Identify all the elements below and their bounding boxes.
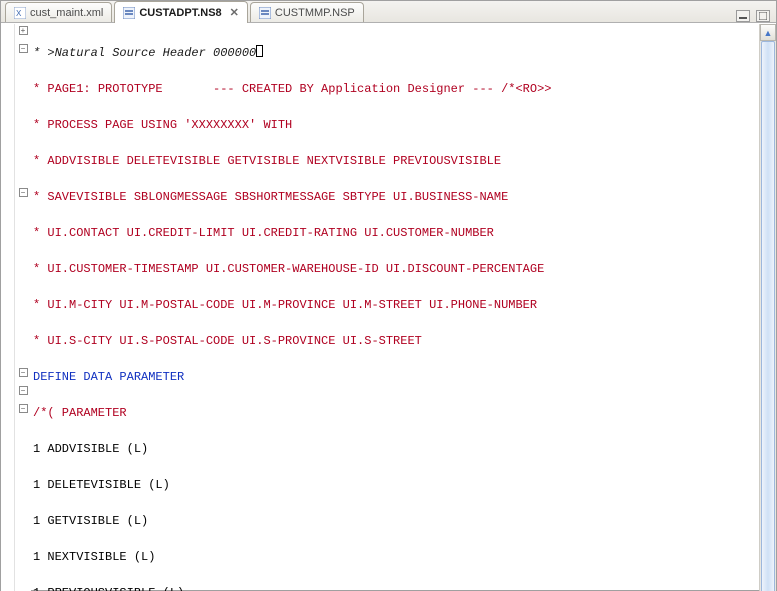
editor-window-controls (736, 10, 776, 22)
scroll-thumb[interactable] (761, 41, 775, 591)
left-ruler (1, 24, 15, 591)
tab-cust-maint-xml[interactable]: X cust_maint.xml (5, 2, 112, 22)
svg-text:X: X (16, 9, 22, 18)
tab-custmmp-nsp[interactable]: CUSTMMP.NSP (250, 2, 364, 22)
text-cursor (256, 45, 263, 57)
scroll-up-arrow-icon[interactable]: ▲ (760, 24, 776, 41)
fold-toggle[interactable]: + (19, 26, 28, 35)
editor-content: + − − − − − * >Natural Source Header 000… (1, 23, 776, 591)
fold-toggle[interactable]: − (19, 44, 28, 53)
vertical-scrollbar[interactable]: ▲ ▼ (759, 24, 776, 591)
maximize-button[interactable] (756, 10, 770, 22)
natural-file-icon (259, 7, 271, 19)
fold-toggle[interactable]: − (19, 188, 28, 197)
scroll-track[interactable] (760, 41, 776, 591)
xml-file-icon: X (14, 7, 26, 19)
fold-toggle[interactable]: − (19, 368, 28, 377)
fold-gutter: + − − − − − (15, 24, 31, 591)
tab-bar: X cust_maint.xml CUSTADPT.NS8 ✕ CUSTMMP.… (1, 1, 776, 23)
natural-file-icon (123, 7, 135, 19)
minimize-button[interactable] (736, 10, 750, 22)
code-area[interactable]: * >Natural Source Header 000000 * PAGE1:… (31, 24, 759, 591)
fold-toggle[interactable]: − (19, 404, 28, 413)
tab-label: cust_maint.xml (30, 7, 103, 19)
tab-custadpt-ns8[interactable]: CUSTADPT.NS8 ✕ (114, 1, 248, 23)
editor-frame: X cust_maint.xml CUSTADPT.NS8 ✕ CUSTMMP.… (0, 0, 777, 591)
tab-label: CUSTMMP.NSP (275, 7, 355, 19)
close-icon[interactable]: ✕ (230, 6, 239, 19)
fold-toggle[interactable]: − (19, 386, 28, 395)
tab-label: CUSTADPT.NS8 (139, 7, 221, 19)
